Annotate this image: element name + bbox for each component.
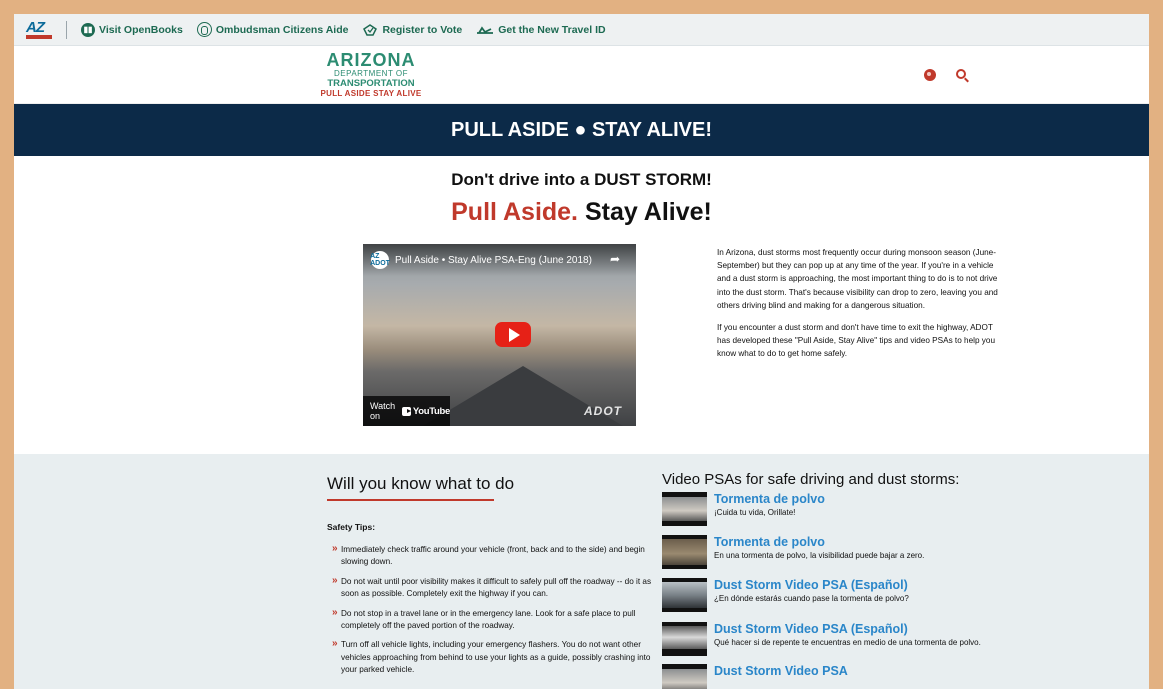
ballot-icon [362, 23, 378, 37]
az-state-logo[interactable]: AZ [26, 18, 52, 39]
topbar-divider [66, 20, 67, 39]
psa-description: ¿En dónde estarás cuando pase la torment… [714, 594, 909, 603]
brand-arizona: ARIZONA [326, 50, 416, 70]
travel-id-link[interactable]: Get the New Travel ID [476, 23, 606, 36]
description-paragraph-1: In Arizona, dust storms most frequently … [717, 248, 998, 310]
description-paragraph-2: If you encounter a dust storm and don't … [717, 323, 995, 359]
video-title-bar: AZ ADOT Pull Aside • Stay Alive PSA-Eng … [363, 244, 636, 276]
page-banner: PULL ASIDE ● STAY ALIVE! [14, 104, 1149, 156]
psa-title-link[interactable]: Dust Storm Video PSA (Español) [714, 578, 908, 592]
video-embed[interactable]: AZ ADOT Pull Aside • Stay Alive PSA-Eng … [363, 244, 636, 426]
register-to-vote-label: Register to Vote [382, 23, 463, 36]
brand-transportation: TRANSPORTATION [327, 78, 415, 89]
watch-on-youtube-button[interactable]: Watch on YouTube [363, 396, 450, 426]
safety-tip: Do not wait until poor visibility makes … [332, 575, 664, 601]
visit-openbooks-label: Visit OpenBooks [99, 23, 183, 36]
intro-subtitle: Don't drive into a DUST STORM! [451, 170, 712, 189]
globe-icon[interactable] [924, 69, 936, 81]
psa-item[interactable]: Tormenta de polvo En una tormenta de pol… [662, 535, 1002, 573]
plane-icon [476, 25, 494, 35]
adot-brand-logo[interactable]: ARIZONA DEPARTMENT OF TRANSPORTATION PUL… [312, 51, 430, 99]
register-to-vote-link[interactable]: Register to Vote [362, 23, 462, 37]
headline-dark-part: Stay Alive! [584, 198, 712, 226]
psa-item[interactable]: Dust Storm Video PSA (Español) Qué hacer… [662, 622, 1002, 660]
title-underline [327, 499, 494, 501]
travel-id-label: Get the New Travel ID [498, 23, 606, 36]
psa-thumbnail[interactable] [662, 664, 707, 689]
psa-item[interactable]: Tormenta de polvo ¡Cuida tu vida, Orilla… [662, 492, 1002, 530]
safety-tip: Immediately check traffic around your ve… [332, 543, 664, 569]
psa-thumbnail[interactable] [662, 578, 707, 612]
safety-tips-list: Immediately check traffic around your ve… [332, 543, 664, 684]
visit-openbooks-link[interactable]: ▮▮ Visit OpenBooks [81, 22, 183, 37]
safety-tip: Do not stop in a travel lane or in the e… [332, 607, 664, 633]
intro-description: In Arizona, dust storms most frequently … [717, 246, 999, 361]
psa-item[interactable]: Dust Storm Video PSA [662, 664, 1002, 689]
search-icon[interactable] [956, 69, 966, 79]
psa-item[interactable]: Dust Storm Video PSA (Español) ¿En dónde… [662, 578, 1002, 616]
psa-description: En una tormenta de polvo, la visibilidad… [714, 551, 925, 560]
intro-heading: Don't drive into a DUST STORM! Pull Asid… [14, 156, 1149, 227]
psa-title-link[interactable]: Dust Storm Video PSA (Español) [714, 622, 908, 636]
brand-campaign: PULL ASIDE STAY ALIVE [320, 89, 422, 98]
banner-title: PULL ASIDE ● STAY ALIVE! [450, 118, 712, 141]
az-logo-text: AZ [26, 18, 45, 36]
header-tools [924, 69, 966, 81]
psa-thumbnail[interactable] [662, 492, 707, 526]
headline-red-part: Pull Aside. [451, 198, 579, 226]
youtube-icon [401, 406, 411, 416]
book-icon: ▮▮ [81, 22, 95, 37]
psa-title-link[interactable]: Tormenta de polvo [714, 535, 825, 549]
state-top-bar: AZ ▮▮ Visit OpenBooks Ombudsman Citizens… [14, 14, 1149, 46]
psa-thumbnail[interactable] [662, 622, 707, 656]
intro-headline: Pull Aside. Stay Alive! [14, 198, 1149, 227]
psa-thumbnail[interactable] [662, 535, 707, 569]
video-watermark: ADOT [584, 404, 622, 418]
watch-on-label: Watch on [370, 401, 396, 421]
az-logo-underline [26, 34, 52, 39]
ombudsman-link[interactable]: Ombudsman Citizens Aide [196, 22, 349, 37]
tips-and-psas-section: Will you know what to do Safety Tips: Im… [14, 454, 1149, 689]
site-header: ARIZONA DEPARTMENT OF TRANSPORTATION PUL… [14, 46, 1149, 104]
psa-description: Qué hacer si de repente te encuentras en… [714, 638, 981, 647]
safety-tip: Turn off all vehicle lights, including y… [332, 638, 664, 676]
safety-tips-label: Safety Tips: [327, 522, 376, 532]
channel-avatar[interactable]: AZ ADOT [370, 251, 390, 269]
know-section-title: Will you know what to do [327, 474, 515, 493]
psa-title-link[interactable]: Tormenta de polvo [714, 492, 825, 506]
video-title[interactable]: Pull Aside • Stay Alive PSA-Eng (June 20… [395, 255, 595, 266]
page-frame: AZ ▮▮ Visit OpenBooks Ombudsman Citizens… [14, 14, 1149, 689]
person-icon [196, 22, 212, 37]
play-button[interactable] [495, 322, 531, 347]
brand-department-of: DEPARTMENT OF [333, 69, 409, 78]
psa-title-link[interactable]: Dust Storm Video PSA [714, 664, 848, 678]
psa-description: ¡Cuida tu vida, Orillate! [714, 508, 796, 517]
youtube-label: YouTube [412, 405, 450, 417]
ombudsman-label: Ombudsman Citizens Aide [215, 23, 349, 36]
psa-section-title: Video PSAs for safe driving and dust sto… [662, 471, 960, 488]
share-icon[interactable]: ➦ [610, 252, 620, 266]
